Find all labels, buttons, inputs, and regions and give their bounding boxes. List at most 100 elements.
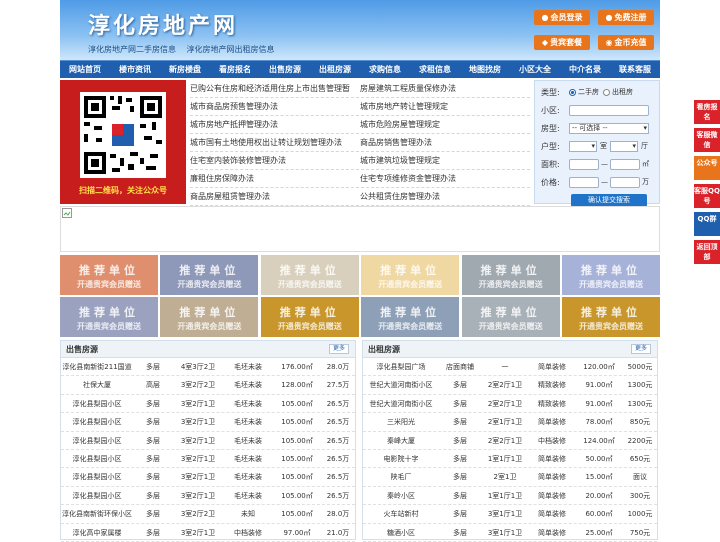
- listing-row[interactable]: 淳化县南新街环保小区 多层 3室2厅2卫 未知 105.00㎡ 28.0万: [61, 505, 355, 524]
- recommended-unit-slot[interactable]: 推荐单位 开通贵宾会员赠送: [260, 255, 359, 295]
- nav-support[interactable]: 联系客服: [610, 61, 660, 78]
- recommended-unit-slot[interactable]: 推荐单位 开通贵宾会员赠送: [260, 297, 359, 337]
- listing-cell: 21.0万: [326, 528, 350, 537]
- listing-cell: 50.00㎡: [585, 454, 613, 463]
- sidebar-qq[interactable]: 客服QQ号: [694, 184, 720, 208]
- price-max-input[interactable]: [610, 176, 640, 188]
- banner-image-placeholder[interactable]: [60, 206, 660, 252]
- policy-link[interactable]: 城市房地产转让管理规定: [360, 98, 530, 115]
- policy-link[interactable]: 商品房销售管理办法: [360, 134, 530, 151]
- policy-link[interactable]: 城市房地产抵押管理办法: [190, 116, 360, 133]
- listing-row[interactable]: 淳化县梨园广场 店面商铺 一 简单装修 120.00㎡ 5000元: [363, 358, 657, 377]
- listing-cell: 1室1厅1卫: [487, 491, 523, 500]
- listing-row[interactable]: 秦岭小区 多层 1室1厅1卫 简单装修 20.00㎡ 300元: [363, 487, 657, 506]
- policy-link[interactable]: 住宅室内装饰装修管理办法: [190, 152, 360, 169]
- listing-row[interactable]: 陕毛厂 多层 2室1卫 简单装修 15.00㎡ 面议: [363, 468, 657, 487]
- nav-home[interactable]: 网站首页: [60, 61, 110, 78]
- listing-row[interactable]: 淳化高中家属楼 多层 3室2厅1卫 中档装修 97.00㎡ 21.0万: [61, 524, 355, 542]
- slot-title: 推荐单位: [480, 306, 541, 319]
- nav-want-rent[interactable]: 求租信息: [410, 61, 460, 78]
- listing-row[interactable]: 世纪大道河南街小区 多层 2室2厅1卫 精致装修 91.00㎡ 1300元: [363, 395, 657, 414]
- policy-link[interactable]: 房屋建筑工程质量保修办法: [360, 80, 530, 97]
- listing-row[interactable]: 糖酒小区 多层 3室1厅1卫 简单装修 25.00㎡ 750元: [363, 524, 657, 542]
- coin-recharge-button[interactable]: ◉ 金币充值: [598, 35, 654, 50]
- listing-row[interactable]: 世纪大道河南街小区 多层 2室2厅1卫 精致装修 91.00㎡ 1300元: [363, 376, 657, 395]
- policy-link[interactable]: 城市危险房屋管理规定: [360, 116, 530, 133]
- recommended-unit-slot[interactable]: 推荐单位 开通贵宾会员赠送: [562, 255, 660, 295]
- listing-cell: 3室2厅2卫: [180, 381, 216, 390]
- listing-cell: 三米阳光: [387, 418, 415, 427]
- recommended-unit-slot[interactable]: 推荐单位 开通贵宾会员赠送: [361, 255, 460, 295]
- sidebar-qq-group[interactable]: QQ群: [694, 212, 720, 236]
- site-logo[interactable]: 淳化房地产网: [88, 8, 238, 40]
- nav-want-buy[interactable]: 求购信息: [360, 61, 410, 78]
- sidebar-wechat[interactable]: 客服微信: [694, 128, 720, 152]
- recommended-unit-slot[interactable]: 推荐单位 开通贵宾会员赠送: [461, 255, 560, 295]
- policy-link[interactable]: 公共租赁住房管理办法: [360, 188, 530, 205]
- sale-more-button[interactable]: 更多: [329, 344, 349, 354]
- sidebar-viewing-signup[interactable]: 看房报名: [694, 100, 720, 124]
- policy-link[interactable]: 已购公有住房和经济适用住房上市出售管理暂: [190, 80, 360, 97]
- recommended-unit-slot[interactable]: 推荐单位 开通贵宾会员赠送: [562, 297, 660, 337]
- vip-package-button[interactable]: ◆ 贵宾套餐: [534, 35, 590, 50]
- radio-rent[interactable]: [603, 88, 610, 96]
- user-icon: ●: [541, 13, 549, 22]
- recommended-unit-slot[interactable]: 推荐单位 开通贵宾会员赠送: [160, 255, 259, 295]
- login-button[interactable]: ● 会员登录: [534, 10, 590, 25]
- header-link-rent[interactable]: 淳化房地产网出租房信息: [187, 45, 275, 54]
- listing-row[interactable]: 淳化县梨园小区 多层 3室2厅1卫 毛坯未装 105.00㎡ 26.5万: [61, 432, 355, 450]
- listing-cell: 简单装修: [538, 528, 566, 537]
- listing-cell: 毛坯未装: [234, 399, 262, 408]
- area-min-input[interactable]: [569, 158, 599, 170]
- house-type-select[interactable]: -- 可选择 --: [569, 122, 649, 134]
- listing-row[interactable]: 淳化县梨园小区 多层 3室2厅1卫 毛坯未装 105.00㎡ 26.5万: [61, 468, 355, 487]
- recommended-unit-slot[interactable]: 推荐单位 开通贵宾会员赠送: [60, 297, 158, 337]
- nav-for-rent[interactable]: 出租房源: [310, 61, 360, 78]
- hall-select[interactable]: [610, 140, 638, 152]
- policy-link[interactable]: 城市商品房预售管理办法: [190, 98, 360, 115]
- register-button[interactable]: ● 免费注册: [598, 10, 654, 25]
- listing-row[interactable]: 社保大厦 高层 3室2厅2卫 毛坯未装 128.00㎡ 27.5万: [61, 376, 355, 395]
- listing-row[interactable]: 电影院十字 多层 1室1厅1卫 简单装修 50.00㎡ 650元: [363, 450, 657, 469]
- recommended-unit-slot[interactable]: 推荐单位 开通贵宾会员赠送: [60, 255, 158, 295]
- radio-secondhand[interactable]: [569, 88, 576, 96]
- slot-title: 推荐单位: [279, 264, 340, 277]
- community-input[interactable]: [569, 104, 649, 116]
- listing-row[interactable]: 淳化县梨园小区 多层 3室2厅1卫 毛坯未装 105.00㎡ 26.5万: [61, 395, 355, 414]
- listing-row[interactable]: 淳化县梨园小区 多层 3室2厅1卫 毛坯未装 105.00㎡ 26.5万: [61, 487, 355, 506]
- link-row: 商品房屋租赁管理办法 公共租赁住房管理办法: [190, 188, 530, 206]
- nav-map-search[interactable]: 地图找房: [460, 61, 510, 78]
- policy-link[interactable]: 城市建筑垃圾管理规定: [360, 152, 530, 169]
- listing-cell: 120.00㎡: [583, 363, 615, 371]
- rent-more-button[interactable]: 更多: [631, 344, 651, 354]
- listing-row[interactable]: 淳化县梨园小区 多层 3室2厅1卫 毛坯未装 105.00㎡ 26.5万: [61, 413, 355, 432]
- sidebar-official-account[interactable]: 公众号: [694, 156, 720, 180]
- sidebar-back-to-top[interactable]: 返回顶部: [694, 240, 720, 264]
- policy-link[interactable]: 商品房屋租赁管理办法: [190, 188, 360, 205]
- recommended-unit-slot[interactable]: 推荐单位 开通贵宾会员赠送: [461, 297, 560, 337]
- nav-communities[interactable]: 小区大全: [510, 61, 560, 78]
- nav-agencies[interactable]: 中介名录: [560, 61, 610, 78]
- nav-news[interactable]: 楼市资讯: [110, 61, 160, 78]
- nav-for-sale[interactable]: 出售房源: [260, 61, 310, 78]
- listing-cell: 5000元: [627, 363, 653, 371]
- recommended-unit-slot[interactable]: 推荐单位 开通贵宾会员赠送: [361, 297, 460, 337]
- listing-row[interactable]: 三米阳光 多层 2室1厅1卫 简单装修 78.00㎡ 850元: [363, 413, 657, 432]
- listing-cell: 2室1卫: [493, 473, 517, 482]
- listing-row[interactable]: 淳化县南新街211国道 多层 4室3厅2卫 毛坯未装 176.00㎡ 28.0万: [61, 358, 355, 377]
- header-link-sale[interactable]: 淳化房地产网二手房信息: [88, 45, 176, 54]
- price-min-input[interactable]: [569, 176, 599, 188]
- layout-label: 户型:: [541, 141, 560, 151]
- nav-new-homes[interactable]: 新房楼盘: [160, 61, 210, 78]
- policy-link[interactable]: 城市国有土地使用权出让转让规划管理办法: [190, 134, 360, 151]
- nav-viewing-signup[interactable]: 看房报名: [210, 61, 260, 78]
- policy-link[interactable]: 住宅专项维修资金管理办法: [360, 170, 530, 187]
- policy-links: 已购公有住房和经济适用住房上市出售管理暂 房屋建筑工程质量保修办法 城市商品房预售…: [190, 80, 530, 206]
- listing-row[interactable]: 淳化县梨园小区 多层 3室2厅1卫 毛坯未装 105.00㎡ 26.5万: [61, 450, 355, 469]
- listing-row[interactable]: 火车站新村 多层 3室1厅1卫 简单装修 60.00㎡ 1000元: [363, 505, 657, 524]
- policy-link[interactable]: 廉租住房保障办法: [190, 170, 360, 187]
- recommended-unit-slot[interactable]: 推荐单位 开通贵宾会员赠送: [160, 297, 259, 337]
- area-max-input[interactable]: [610, 158, 640, 170]
- room-select[interactable]: [569, 140, 597, 152]
- listing-row[interactable]: 秦峰大厦 多层 2室2厅1卫 中档装修 124.00㎡ 2200元: [363, 432, 657, 450]
